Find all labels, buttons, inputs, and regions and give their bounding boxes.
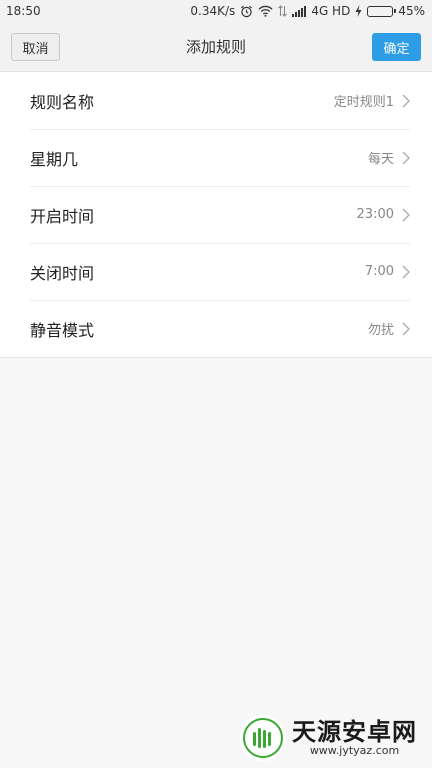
android-logo-icon [240, 715, 286, 761]
status-bar: 18:50 0.34K/s 4G HD 45% [0, 0, 432, 22]
charging-icon [355, 5, 362, 17]
start-time-label: 开启时间 [30, 206, 95, 226]
end-time-row[interactable]: 关闭时间 7:00 [0, 243, 432, 300]
rule-name-row[interactable]: 规则名称 定时规则1 [0, 72, 432, 129]
weekday-label: 星期几 [30, 149, 79, 169]
confirm-button[interactable]: 确定 [372, 33, 421, 61]
start-time-value: 23:00 [356, 207, 394, 222]
watermark-url: www.jytyaz.com [309, 744, 400, 758]
chevron-right-icon [402, 322, 410, 336]
rule-name-label: 规则名称 [30, 92, 95, 112]
network-type: 4G HD [311, 4, 351, 18]
header: 取消 添加规则 确定 [0, 22, 432, 72]
page-title: 添加规则 [185, 38, 246, 56]
chevron-right-icon [402, 151, 410, 165]
rule-name-value: 定时规则1 [333, 95, 394, 110]
cancel-button[interactable]: 取消 [11, 33, 60, 61]
silent-mode-row[interactable]: 静音模式 勿扰 [0, 300, 432, 357]
rule-settings-list: 规则名称 定时规则1 星期几 每天 开启时间 23:00 关闭时间 7:00 静… [0, 72, 432, 358]
chevron-right-icon [402, 265, 410, 279]
watermark-title: 天源安卓网 [292, 717, 417, 746]
signal-icon [292, 5, 307, 17]
watermark: 天源安卓网 www.jytyaz.com [232, 708, 432, 768]
status-time: 18:50 [6, 4, 41, 18]
chevron-right-icon [402, 94, 410, 108]
status-icons: 0.34K/s 4G HD 45% [190, 4, 425, 18]
battery-icon [367, 5, 397, 17]
weekday-value: 每天 [367, 152, 394, 167]
silent-mode-label: 静音模式 [30, 320, 95, 340]
chevron-right-icon [402, 208, 410, 222]
alarm-icon [240, 5, 253, 18]
wifi-icon [258, 5, 273, 17]
battery-percent: 45% [398, 4, 425, 18]
weekday-row[interactable]: 星期几 每天 [0, 129, 432, 186]
end-time-label: 关闭时间 [30, 263, 95, 283]
data-arrows-icon [278, 5, 288, 17]
start-time-row[interactable]: 开启时间 23:00 [0, 186, 432, 243]
silent-mode-value: 勿扰 [367, 323, 394, 338]
end-time-value: 7:00 [364, 264, 394, 279]
network-speed: 0.34K/s [190, 4, 236, 18]
